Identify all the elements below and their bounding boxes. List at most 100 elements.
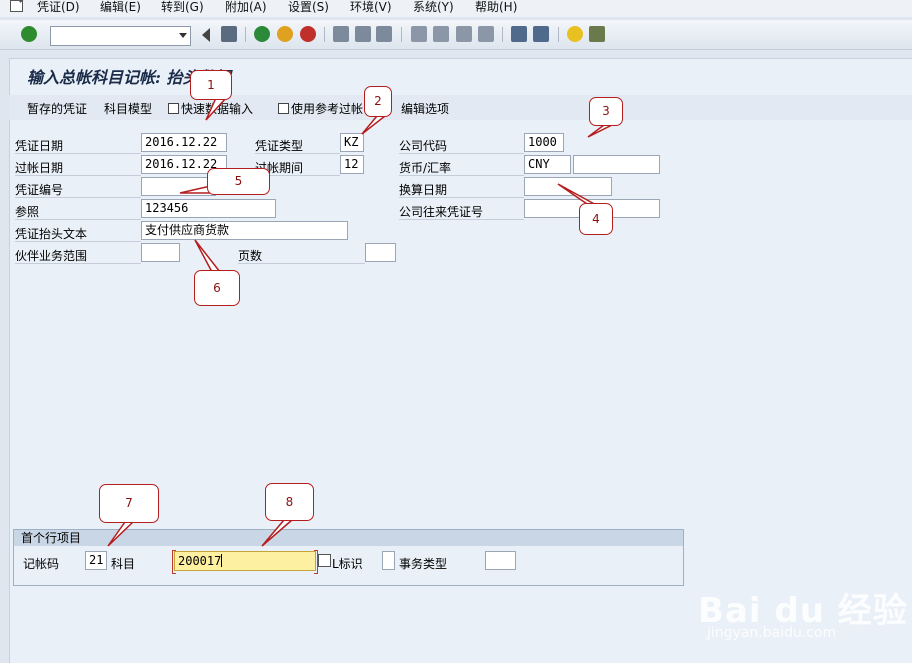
toolbar-separator [245,27,246,42]
layout-menu-icon[interactable] [589,26,605,42]
toolbar-separator [558,27,559,42]
new-session-icon[interactable] [511,26,527,42]
document-type-label: 凭证类型 [255,139,304,153]
label-underline [15,197,141,198]
find-next-icon[interactable] [376,26,392,42]
menu-help[interactable]: 帮助(H) [475,0,517,14]
label-underline [399,175,524,176]
callout-5: 5 [207,168,270,195]
toolbar-separator [502,27,503,42]
currency-field[interactable]: CNY [524,155,571,174]
document-number-field[interactable] [141,177,216,196]
reference-label: 参照 [15,205,40,219]
callout-4: 4 [579,203,613,235]
next-page-icon[interactable] [456,26,472,42]
back-icon[interactable] [254,26,270,42]
document-type-field[interactable]: KZ [340,133,364,152]
callout-6: 6 [194,270,240,306]
value-help-icon[interactable] [318,554,331,567]
first-page-icon[interactable] [411,26,427,42]
posting-period-field[interactable]: 12 [340,155,364,174]
menu-extras[interactable]: 附加(A) [225,0,267,14]
document-menu-icon[interactable] [10,0,23,12]
text-cursor [221,554,223,567]
help-icon[interactable] [567,26,583,42]
menu-settings[interactable]: 设置(S) [288,0,329,14]
fast-entry-button[interactable]: 快速数据输入 [168,100,253,117]
post-with-reference-label: 使用参考过帐 [291,102,364,116]
edit-icon [168,103,179,114]
menu-bar: 凭证(D) 编辑(E) 转到(G) 附加(A) 设置(S) 环境(V) 系统(Y… [0,0,912,17]
label-underline [399,153,524,154]
enter-icon[interactable] [21,26,37,42]
translation-date-label: 换算日期 [399,183,448,197]
account-label: 科目 [111,557,136,571]
toolbar-separator [401,27,402,42]
account-value: 200017 [178,554,222,568]
posting-date-label: 过帐日期 [15,161,64,175]
cancel-icon[interactable] [300,26,316,42]
callout-8: 8 [265,483,314,521]
save-icon[interactable] [221,26,237,42]
chevron-down-icon[interactable] [179,33,187,38]
system-toolbar [0,20,912,50]
back-arrow-icon[interactable] [200,28,210,42]
posting-key-field[interactable]: 21 [85,551,107,570]
label-underline [238,263,365,264]
command-field[interactable] [50,26,191,46]
menu-document[interactable]: 凭证(D) [37,0,80,14]
menu-environment[interactable]: 环境(V) [350,0,392,14]
callout-1: 1 [190,70,232,100]
transaction-type-label: 事务类型 [399,557,448,571]
transaction-type-field[interactable] [485,551,516,570]
parked-documents-button[interactable]: 暂存的凭证 [27,100,87,117]
callout-7: 7 [99,484,159,523]
document-date-field[interactable]: 2016.12.22 [141,133,227,152]
header-text-field[interactable]: 支付供应商货款 [141,221,348,240]
label-underline [15,241,141,242]
find-icon[interactable] [355,26,371,42]
label-underline [255,153,340,154]
previous-page-icon[interactable] [433,26,449,42]
company-code-field[interactable]: 1000 [524,133,564,152]
print-icon[interactable] [333,26,349,42]
company-code-label: 公司代码 [399,139,448,153]
translation-date-field[interactable] [524,177,612,196]
baidu-watermark-url: jingyan.baidu.com [707,625,837,641]
shortcut-icon[interactable] [533,26,549,42]
copy-icon [278,103,289,114]
callout-2: 2 [364,86,392,117]
editing-options-label: 编辑选项 [401,102,450,116]
intercompany-number-label: 公司往来凭证号 [399,205,484,219]
last-page-icon[interactable] [478,26,494,42]
reference-field[interactable]: 123456 [141,199,276,218]
special-gl-label: L标识 [332,557,363,571]
special-gl-field[interactable] [382,551,395,570]
exit-icon[interactable] [277,26,293,42]
first-line-item-group: 首个行项目 记帐码 21 科目 200017 L标识 事务类型 [13,529,684,586]
trading-partner-field[interactable] [141,243,180,262]
menu-edit[interactable]: 编辑(E) [100,0,141,14]
label-underline [399,197,524,198]
currency-rate-label: 货币/汇率 [399,161,452,175]
document-date-label: 凭证日期 [15,139,64,153]
pages-field[interactable] [365,243,396,262]
menu-system[interactable]: 系统(Y) [413,0,454,14]
pages-label: 页数 [238,249,263,263]
exchange-rate-field[interactable] [573,155,660,174]
editing-options-button[interactable]: 编辑选项 [394,100,449,117]
label-underline [15,153,141,154]
label-underline [15,263,141,264]
callout-3: 3 [589,97,623,126]
account-model-button[interactable]: 科目模型 [104,100,152,117]
group-title: 首个行项目 [14,530,683,546]
trading-partner-label: 伙伴业务范围 [15,249,88,263]
account-field[interactable]: 200017 [172,550,318,574]
post-with-reference-button[interactable]: 使用参考过帐 [278,100,363,117]
posting-key-label: 记帐码 [23,557,60,571]
header-text-label: 凭证抬头文本 [15,227,88,241]
fast-entry-label: 快速数据输入 [181,102,254,116]
toolbar-separator [324,27,325,42]
menu-goto[interactable]: 转到(G) [161,0,204,14]
document-number-label: 凭证编号 [15,183,64,197]
